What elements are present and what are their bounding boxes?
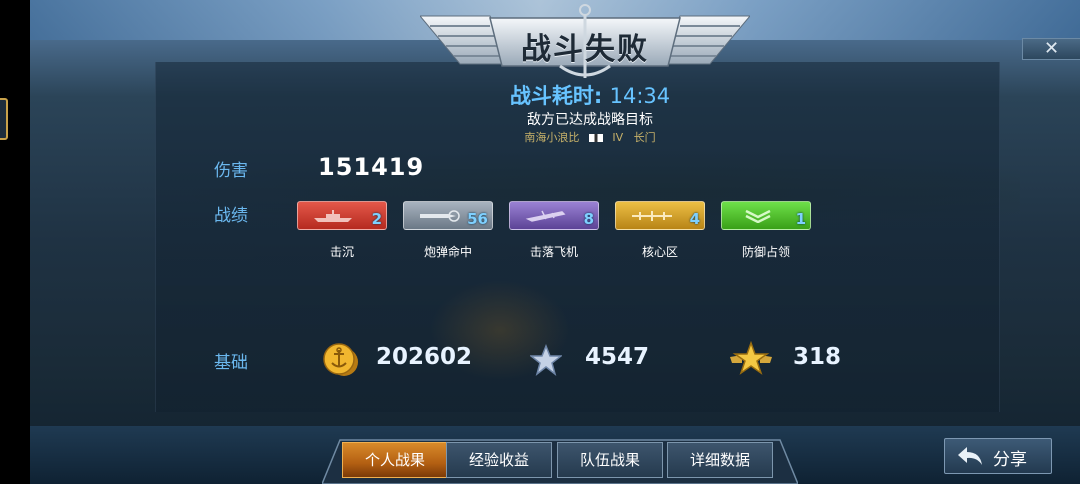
badge-citadel-count: 4	[689, 210, 700, 228]
share-arrow-icon	[958, 447, 982, 465]
result-reason: 敌方已达成战略目标	[527, 112, 653, 128]
plane-down-icon	[525, 210, 566, 222]
badge-sink[interactable]: 2	[297, 201, 387, 230]
side-hex-icon[interactable]	[0, 98, 8, 140]
share-button[interactable]: 分享	[944, 438, 1052, 474]
silver-star-value: 4547	[585, 344, 650, 370]
tab-team-results[interactable]: 队伍战果	[557, 442, 663, 478]
tab-detailed-data[interactable]: 详细数据	[667, 442, 773, 478]
close-button[interactable]: ✕	[1022, 38, 1080, 60]
defend-chevron-icon	[745, 209, 771, 223]
player-name: 南海小浪比	[524, 131, 580, 144]
damage-label: 伤害	[214, 161, 248, 181]
battle-duration: 战斗耗时: 14:34	[400, 80, 780, 110]
sink-ship-icon	[314, 210, 352, 222]
achievements-label: 战绩	[214, 206, 248, 226]
tab-personal-results[interactable]: 个人战果	[342, 442, 448, 478]
result-banner: 战斗失败	[420, 4, 750, 80]
badge-shell-hits-label: 炮弹命中	[423, 245, 472, 259]
gold-star-value: 318	[793, 344, 842, 370]
battle-duration-label: 战斗耗时:	[509, 84, 603, 108]
badge-sink-count: 2	[371, 210, 382, 228]
tab-experience[interactable]: 经验收益	[446, 442, 552, 478]
coins-value: 202602	[376, 344, 473, 370]
badge-citadel[interactable]: 4	[615, 201, 705, 230]
badge-defend-capture-count: 1	[795, 210, 806, 228]
battle-duration-value: 14:34	[609, 84, 671, 108]
damage-value: 151419	[318, 153, 425, 181]
badge-shell-hits[interactable]: 56	[403, 201, 493, 230]
badge-planes-shot-label: 击落飞机	[529, 245, 578, 259]
silver-star-icon	[530, 344, 562, 376]
badge-shell-hits-count: 56	[467, 210, 488, 228]
badge-citadel-label: 核心区	[641, 245, 678, 259]
nation-flag-icon	[588, 134, 603, 142]
anchor-coin-icon	[323, 343, 358, 376]
ship-tier: IV	[612, 131, 624, 144]
ship-name: 长门	[633, 131, 656, 144]
badge-defend-capture[interactable]: 1	[721, 201, 811, 230]
citadel-hit-icon	[632, 211, 672, 221]
screen-edge	[0, 0, 30, 484]
shell-hit-icon	[420, 210, 460, 222]
badge-planes-shot-count: 8	[583, 210, 594, 228]
badge-defend-capture-label: 防御占领	[741, 245, 790, 259]
badge-sink-label: 击沉	[329, 245, 354, 259]
gold-star-wings-icon	[730, 341, 772, 375]
base-label: 基础	[214, 353, 248, 373]
player-ship-info: 南海小浪比 IV 长门	[400, 129, 780, 145]
badge-planes-shot[interactable]: 8	[509, 201, 599, 230]
result-title: 战斗失败	[521, 32, 649, 67]
share-label: 分享	[993, 450, 1027, 470]
